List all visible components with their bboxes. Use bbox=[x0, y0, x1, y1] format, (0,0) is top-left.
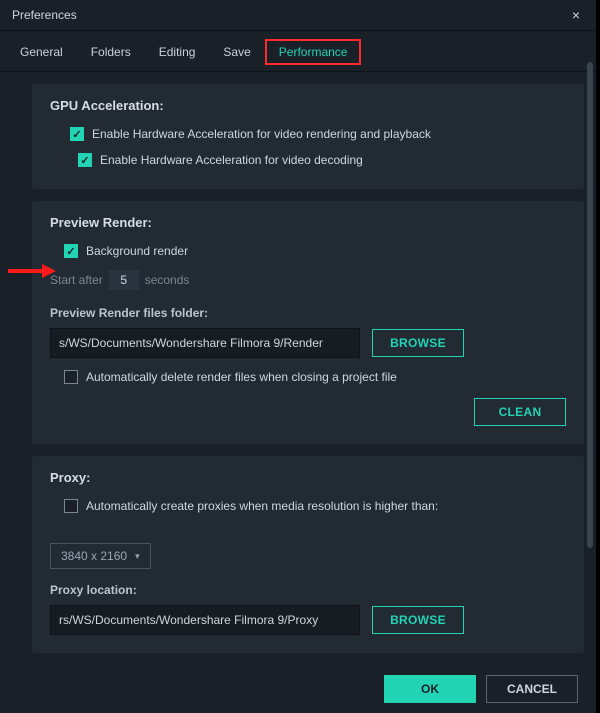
resolution-select[interactable]: 3840 x 2160 ▾ bbox=[50, 543, 151, 569]
start-after-input[interactable] bbox=[109, 270, 139, 290]
close-icon[interactable]: × bbox=[568, 7, 584, 23]
tab-folders[interactable]: Folders bbox=[77, 39, 145, 65]
seconds-label: seconds bbox=[145, 273, 190, 287]
auto-delete-row: Automatically delete render files when c… bbox=[50, 370, 566, 384]
proxy-location-label: Proxy location: bbox=[50, 583, 566, 597]
gpu-section: GPU Acceleration: ✓ Enable Hardware Acce… bbox=[32, 84, 584, 189]
scrollbar[interactable] bbox=[587, 62, 593, 548]
auto-delete-checkbox[interactable] bbox=[64, 370, 78, 384]
resolution-select-wrap: 3840 x 2160 ▾ bbox=[50, 525, 566, 583]
proxy-title: Proxy: bbox=[50, 470, 566, 485]
window-title: Preferences bbox=[12, 8, 77, 22]
auto-proxy-row: Automatically create proxies when media … bbox=[50, 499, 566, 513]
bg-render-label: Background render bbox=[86, 244, 188, 258]
proxy-location-input[interactable] bbox=[50, 605, 360, 635]
preview-section: Preview Render: ✓ Background render Star… bbox=[32, 201, 584, 444]
tab-performance[interactable]: Performance bbox=[265, 39, 362, 65]
bg-render-checkbox[interactable]: ✓ bbox=[64, 244, 78, 258]
clean-button[interactable]: CLEAN bbox=[474, 398, 566, 426]
auto-proxy-label: Automatically create proxies when media … bbox=[86, 499, 438, 513]
tab-save[interactable]: Save bbox=[209, 39, 264, 65]
chevron-down-icon: ▾ bbox=[135, 551, 140, 562]
auto-proxy-checkbox[interactable] bbox=[64, 499, 78, 513]
hw-decode-checkbox[interactable]: ✓ bbox=[78, 153, 92, 167]
ok-button[interactable]: OK bbox=[384, 675, 476, 703]
proxy-section: Proxy: Automatically create proxies when… bbox=[32, 456, 584, 653]
tab-editing[interactable]: Editing bbox=[145, 39, 210, 65]
browse-render-button[interactable]: BROWSE bbox=[372, 329, 464, 357]
cancel-button[interactable]: CANCEL bbox=[486, 675, 578, 703]
hw-decode-label: Enable Hardware Acceleration for video d… bbox=[100, 153, 363, 167]
proxy-location-row: BROWSE bbox=[50, 605, 566, 635]
hw-decode-row: ✓ Enable Hardware Acceleration for video… bbox=[50, 153, 566, 167]
hw-render-label: Enable Hardware Acceleration for video r… bbox=[92, 127, 431, 141]
preferences-window: Preferences × General Folders Editing Sa… bbox=[0, 0, 596, 713]
bg-render-row: ✓ Background render bbox=[50, 244, 566, 258]
titlebar: Preferences × bbox=[0, 0, 596, 31]
preview-title: Preview Render: bbox=[50, 215, 566, 230]
tab-bar: General Folders Editing Save Performance bbox=[0, 31, 596, 72]
browse-proxy-button[interactable]: BROWSE bbox=[372, 606, 464, 634]
start-after-row: Start after seconds bbox=[50, 270, 566, 290]
clean-row: CLEAN bbox=[50, 398, 566, 426]
resolution-value: 3840 x 2160 bbox=[61, 549, 127, 563]
gpu-title: GPU Acceleration: bbox=[50, 98, 566, 113]
auto-delete-label: Automatically delete render files when c… bbox=[86, 370, 397, 384]
footer-buttons: OK CANCEL bbox=[384, 675, 578, 703]
hw-render-row: ✓ Enable Hardware Acceleration for video… bbox=[50, 127, 566, 141]
render-folder-input[interactable] bbox=[50, 328, 360, 358]
content-area: GPU Acceleration: ✓ Enable Hardware Acce… bbox=[0, 84, 596, 653]
render-folder-label: Preview Render files folder: bbox=[50, 306, 566, 320]
render-folder-row: BROWSE bbox=[50, 328, 566, 358]
start-after-label: Start after bbox=[50, 273, 103, 287]
hw-render-checkbox[interactable]: ✓ bbox=[70, 127, 84, 141]
tab-general[interactable]: General bbox=[6, 39, 77, 65]
